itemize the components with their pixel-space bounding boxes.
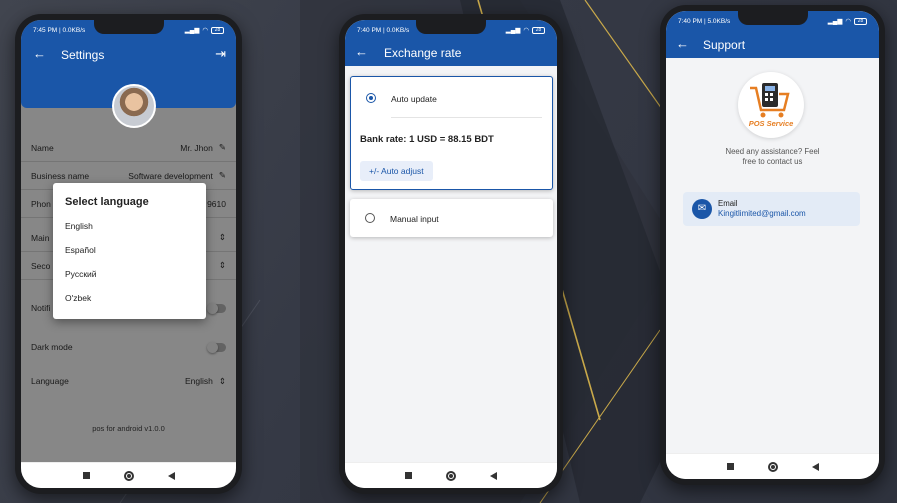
auto-adjust-button[interactable]: +/- Auto adjust xyxy=(360,161,433,181)
status-time: 7:45 PM | 0.0KB/s xyxy=(33,26,86,34)
recents-icon[interactable] xyxy=(405,472,412,479)
back-icon[interactable] xyxy=(490,471,497,480)
page-title: Settings xyxy=(61,48,105,62)
status-time: 7:40 PM | 0.0KB/s xyxy=(357,26,410,34)
signal-icon: ▂▄▆ xyxy=(184,27,200,34)
back-icon[interactable] xyxy=(811,462,819,471)
system-nav-bar xyxy=(666,453,879,479)
phone-exchange-rate: 7:40 PM | 0.0KB/s ▂▄▆ ◠ 28 ← Exchange rate… xyxy=(339,14,563,494)
home-icon[interactable] xyxy=(123,470,134,481)
logo-text: POS Service xyxy=(748,119,794,128)
home-icon[interactable] xyxy=(446,470,456,481)
wifi-icon: ◠ xyxy=(523,27,529,34)
language-option-english[interactable]: English xyxy=(65,221,93,231)
signal-icon: ▂▄▆ xyxy=(827,18,843,25)
wifi-icon: ◠ xyxy=(202,27,208,34)
camera-notch xyxy=(737,11,808,25)
mail-icon: ✉ xyxy=(692,199,712,219)
language-option-uzbek[interactable]: O'zbek xyxy=(65,293,91,303)
pos-service-logo: POS Service xyxy=(738,72,804,138)
back-icon[interactable] xyxy=(167,471,175,480)
back-arrow-icon[interactable]: ← xyxy=(355,44,368,59)
back-arrow-icon[interactable]: ← xyxy=(33,46,46,61)
support-screen: 7:40 PM | 5.0KB/s ▂▄▆ ◠ 28 ← Support POS S… xyxy=(666,11,879,479)
battery-icon: 28 xyxy=(854,17,867,25)
camera-notch xyxy=(416,20,486,34)
system-nav-bar xyxy=(21,462,236,488)
help-text: Need any assistance? Feel free to contac… xyxy=(666,147,879,167)
exchange-body: Auto update Bank rate: 1 USD = 88.15 BDT… xyxy=(345,66,557,462)
manual-input-label[interactable]: Manual input xyxy=(390,214,439,224)
recents-icon[interactable] xyxy=(82,472,90,479)
page-title: Support xyxy=(703,38,746,52)
home-icon[interactable] xyxy=(767,461,778,472)
wifi-icon: ◠ xyxy=(845,18,851,25)
support-body: POS Service Need any assistance? Feel fr… xyxy=(666,58,879,453)
phone-support: 7:40 PM | 5.0KB/s ▂▄▆ ◠ 28 ← Support POS S… xyxy=(660,5,885,485)
select-language-dialog: Select language English Español Русский … xyxy=(53,183,206,319)
settings-screen: 7:45 PM | 0.0KB/s ▂▄▆ ◠ 28 ← Settings ⇥ Na… xyxy=(21,20,236,488)
manual-input-card[interactable]: Manual input xyxy=(350,199,553,237)
email-value[interactable]: Kingitlimited@gmail.com xyxy=(718,209,806,218)
auto-update-card: Auto update Bank rate: 1 USD = 88.15 BDT… xyxy=(350,76,553,190)
back-arrow-icon[interactable]: ← xyxy=(676,36,689,51)
help-text-line-1: Need any assistance? Feel xyxy=(725,147,820,156)
dialog-title: Select language xyxy=(65,196,149,208)
phone-settings: 7:45 PM | 0.0KB/s ▂▄▆ ◠ 28 ← Settings ⇥ Na… xyxy=(15,14,242,494)
help-text-line-2: free to contact us xyxy=(742,157,803,166)
auto-update-radio[interactable] xyxy=(366,93,376,103)
bank-rate-text: Bank rate: 1 USD = 88.15 BDT xyxy=(360,134,494,145)
email-card[interactable]: ✉ Email Kingitlimited@gmail.com xyxy=(683,192,860,226)
recents-icon[interactable] xyxy=(726,463,734,470)
auto-update-label[interactable]: Auto update xyxy=(391,94,437,104)
avatar[interactable] xyxy=(112,84,156,128)
battery-icon: 28 xyxy=(532,26,545,34)
system-nav-bar xyxy=(345,462,557,488)
shopping-cart-icon xyxy=(750,83,790,118)
signal-icon: ▂▄▆ xyxy=(505,27,521,34)
exchange-rate-screen: 7:40 PM | 0.0KB/s ▂▄▆ ◠ 28 ← Exchange rate… xyxy=(345,20,557,488)
logout-icon[interactable]: ⇥ xyxy=(215,46,226,62)
manual-input-radio[interactable] xyxy=(365,213,375,223)
language-option-russian[interactable]: Русский xyxy=(65,269,97,279)
page-title: Exchange rate xyxy=(384,46,462,60)
divider xyxy=(391,117,542,118)
battery-icon: 28 xyxy=(211,26,224,34)
email-label: Email xyxy=(718,199,738,208)
status-time: 7:40 PM | 5.0KB/s xyxy=(678,17,731,25)
language-option-espanol[interactable]: Español xyxy=(65,245,96,255)
camera-notch xyxy=(93,20,164,34)
